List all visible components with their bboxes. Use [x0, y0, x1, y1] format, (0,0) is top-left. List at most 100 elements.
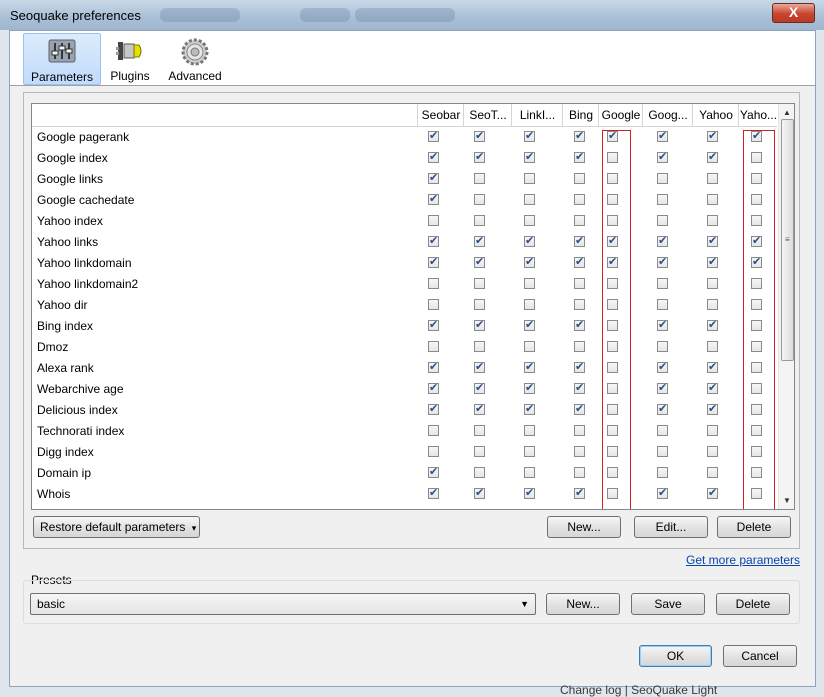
- checkbox[interactable]: [524, 446, 535, 457]
- checkbox[interactable]: [657, 234, 668, 247]
- checkbox[interactable]: [428, 215, 439, 226]
- checkbox[interactable]: [524, 173, 535, 184]
- checkbox[interactable]: [474, 360, 485, 373]
- checkbox[interactable]: [428, 234, 439, 247]
- checkbox[interactable]: [707, 255, 718, 268]
- checkbox[interactable]: [428, 255, 439, 268]
- column-header[interactable]: LinkI...: [511, 104, 563, 126]
- new-parameter-button[interactable]: New...: [547, 516, 621, 538]
- checkbox[interactable]: [657, 381, 668, 394]
- checkbox[interactable]: [524, 360, 535, 373]
- checkbox[interactable]: [657, 402, 668, 415]
- checkbox[interactable]: [574, 381, 585, 394]
- checkbox[interactable]: [707, 486, 718, 499]
- checkbox[interactable]: [657, 467, 668, 478]
- delete-preset-button[interactable]: Delete: [716, 593, 790, 615]
- checkbox[interactable]: [524, 341, 535, 352]
- checkbox[interactable]: [574, 278, 585, 289]
- checkbox[interactable]: [574, 425, 585, 436]
- checkbox[interactable]: [524, 278, 535, 289]
- checkbox[interactable]: [428, 129, 439, 142]
- checkbox[interactable]: [574, 446, 585, 457]
- checkbox[interactable]: [428, 318, 439, 331]
- checkbox[interactable]: [657, 194, 668, 205]
- get-more-parameters-link[interactable]: Get more parameters: [686, 553, 800, 567]
- checkbox[interactable]: [474, 381, 485, 394]
- checkbox[interactable]: [707, 215, 718, 226]
- scroll-up-icon[interactable]: ▲: [783, 108, 791, 117]
- window-titlebar[interactable]: Seoquake preferences X: [0, 0, 824, 30]
- checkbox[interactable]: [657, 341, 668, 352]
- checkbox[interactable]: [474, 318, 485, 331]
- checkbox[interactable]: [428, 150, 439, 163]
- checkbox[interactable]: [524, 381, 535, 394]
- checkbox[interactable]: [428, 465, 439, 478]
- checkbox[interactable]: [707, 150, 718, 163]
- checkbox[interactable]: [657, 360, 668, 373]
- checkbox[interactable]: [428, 381, 439, 394]
- column-header[interactable]: Goog...: [642, 104, 693, 126]
- checkbox[interactable]: [474, 129, 485, 142]
- checkbox[interactable]: [524, 194, 535, 205]
- preset-select[interactable]: basic ▼: [30, 593, 536, 615]
- checkbox[interactable]: [707, 299, 718, 310]
- checkbox[interactable]: [574, 360, 585, 373]
- save-preset-button[interactable]: Save: [631, 593, 705, 615]
- checkbox[interactable]: [524, 255, 535, 268]
- tab-parameters[interactable]: Parameters: [23, 33, 101, 85]
- checkbox[interactable]: [474, 173, 485, 184]
- checkbox[interactable]: [428, 171, 439, 184]
- checkbox[interactable]: [524, 486, 535, 499]
- checkbox[interactable]: [474, 255, 485, 268]
- checkbox[interactable]: [707, 381, 718, 394]
- delete-parameter-button[interactable]: Delete: [717, 516, 791, 538]
- checkbox[interactable]: [657, 425, 668, 436]
- checkbox[interactable]: [574, 341, 585, 352]
- checkbox[interactable]: [574, 255, 585, 268]
- checkbox[interactable]: [574, 234, 585, 247]
- checkbox[interactable]: [574, 215, 585, 226]
- checkbox[interactable]: [524, 402, 535, 415]
- checkbox[interactable]: [574, 194, 585, 205]
- checkbox[interactable]: [474, 425, 485, 436]
- cancel-button[interactable]: Cancel: [723, 645, 797, 667]
- checkbox[interactable]: [574, 129, 585, 142]
- column-header[interactable]: Seobar: [417, 104, 464, 126]
- tab-plugins[interactable]: Plugins: [102, 33, 158, 83]
- checkbox[interactable]: [524, 234, 535, 247]
- close-button[interactable]: X: [772, 3, 815, 23]
- column-header[interactable]: Google: [598, 104, 643, 126]
- checkbox[interactable]: [707, 318, 718, 331]
- checkbox[interactable]: [524, 215, 535, 226]
- checkbox[interactable]: [707, 446, 718, 457]
- edit-parameter-button[interactable]: Edit...: [634, 516, 708, 538]
- checkbox[interactable]: [574, 402, 585, 415]
- checkbox[interactable]: [428, 341, 439, 352]
- checkbox[interactable]: [474, 467, 485, 478]
- checkbox[interactable]: [524, 467, 535, 478]
- checkbox[interactable]: [474, 402, 485, 415]
- checkbox[interactable]: [474, 215, 485, 226]
- checkbox[interactable]: [524, 129, 535, 142]
- restore-defaults-button[interactable]: Restore default parameters ▾: [33, 516, 200, 538]
- checkbox[interactable]: [428, 402, 439, 415]
- checkbox[interactable]: [474, 278, 485, 289]
- checkbox[interactable]: [707, 278, 718, 289]
- checkbox[interactable]: [657, 446, 668, 457]
- checkbox[interactable]: [428, 446, 439, 457]
- checkbox[interactable]: [428, 299, 439, 310]
- checkbox[interactable]: [707, 194, 718, 205]
- checkbox[interactable]: [574, 173, 585, 184]
- checkbox[interactable]: [474, 299, 485, 310]
- checkbox[interactable]: [428, 192, 439, 205]
- checkbox[interactable]: [474, 446, 485, 457]
- checkbox[interactable]: [657, 129, 668, 142]
- checkbox[interactable]: [707, 173, 718, 184]
- checkbox[interactable]: [524, 299, 535, 310]
- checkbox[interactable]: [657, 255, 668, 268]
- checkbox[interactable]: [707, 341, 718, 352]
- checkbox[interactable]: [574, 467, 585, 478]
- checkbox[interactable]: [657, 278, 668, 289]
- ok-button[interactable]: OK: [639, 645, 712, 667]
- checkbox[interactable]: [574, 150, 585, 163]
